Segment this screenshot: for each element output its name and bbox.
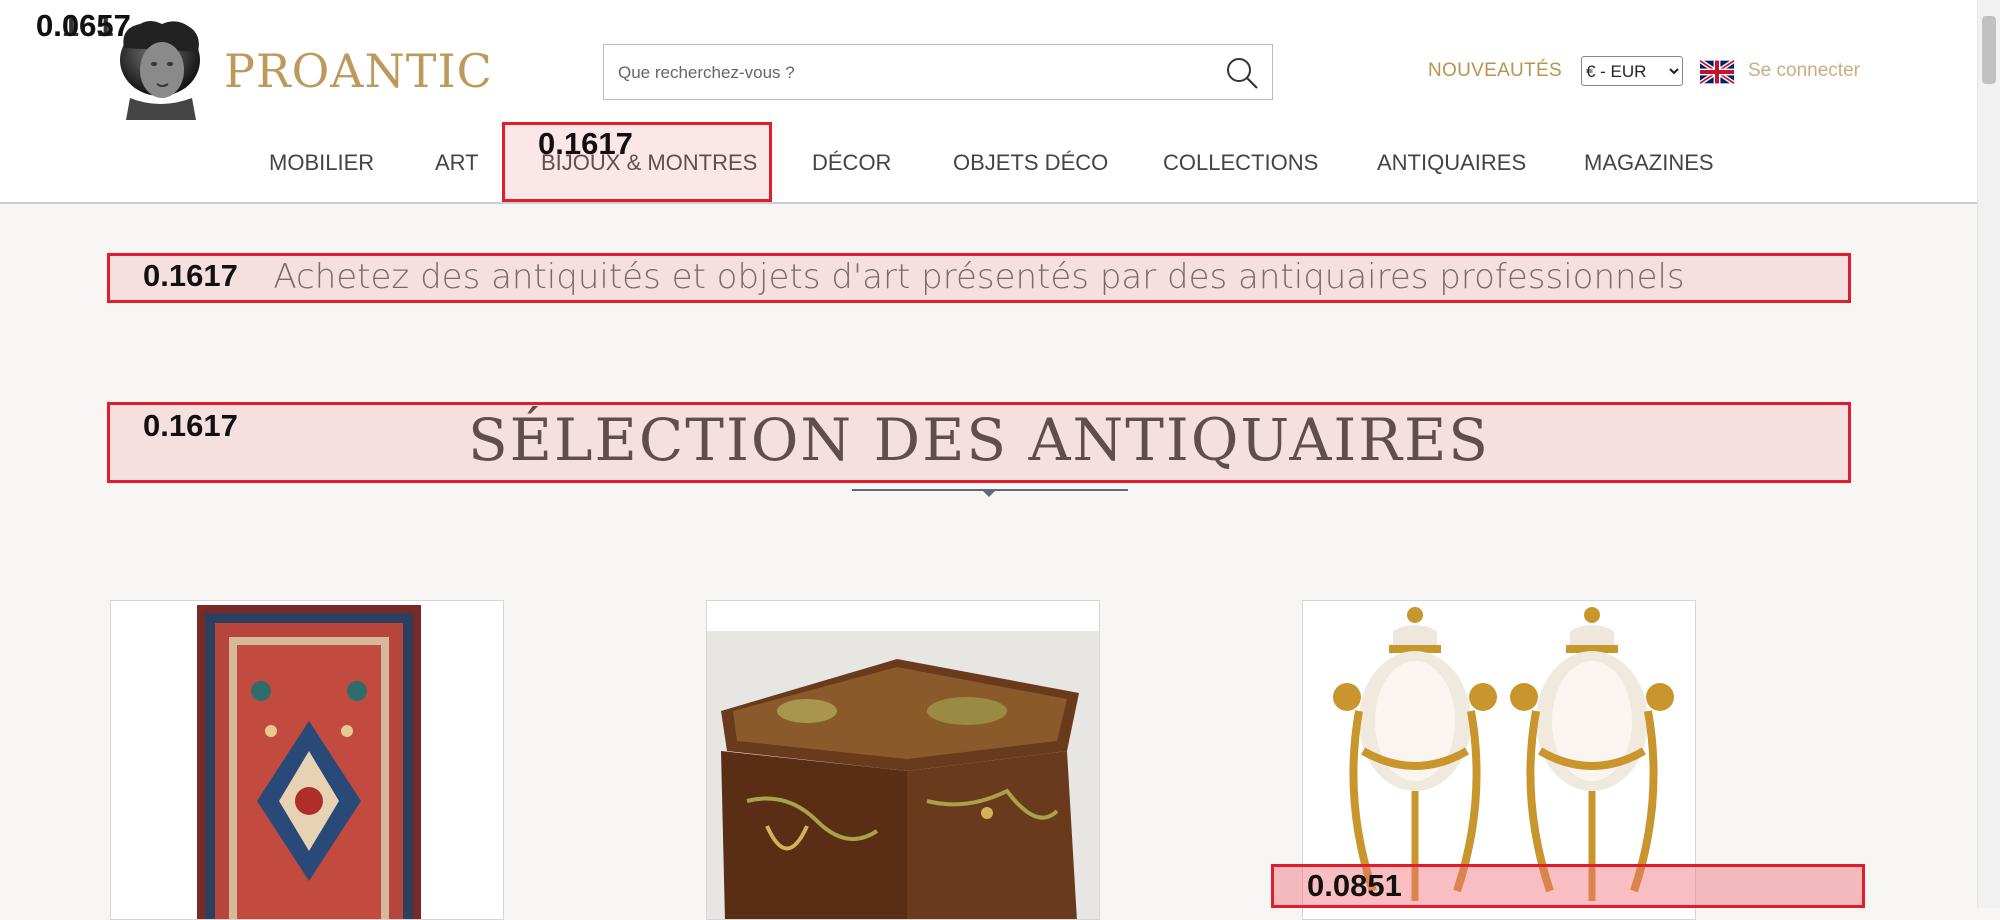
login-link[interactable]: Se connecter (1748, 60, 1860, 82)
nav-item-decor[interactable]: DÉCOR (812, 150, 891, 176)
brand-logo-text[interactable]: PROANTIC (224, 44, 493, 98)
nav-item-objets-deco[interactable]: OBJETS DÉCO (953, 150, 1108, 176)
persian-rug-image (197, 605, 421, 919)
nav-item-collections[interactable]: COLLECTIONS (1163, 150, 1318, 176)
nav-item-magazines[interactable]: MAGAZINES (1584, 150, 1714, 176)
nav-item-antiquaires[interactable]: ANTIQUAIRES (1377, 150, 1526, 176)
site-header: PROANTIC NOUVEAUTÉS € - EUR Se connecter… (0, 0, 1978, 204)
highlight-tagline-box (107, 253, 1851, 303)
uk-flag-icon[interactable] (1698, 58, 1736, 86)
title-divider-notch (982, 490, 996, 497)
product-card-box[interactable] (706, 600, 1100, 920)
card-box-score: 0.0851 (1307, 868, 1402, 903)
product-card-rug[interactable] (110, 600, 504, 920)
nav-box-score: 0.1617 (538, 126, 633, 161)
main-nav: MOBILIER ART BIJOUX & MONTRES DÉCOR OBJE… (0, 132, 1978, 202)
search-icon[interactable] (1224, 55, 1260, 91)
nav-item-mobilier[interactable]: MOBILIER (269, 150, 374, 176)
page-scrollbar[interactable] (1977, 0, 2000, 908)
scrollbar-thumb[interactable] (1982, 16, 1996, 84)
marquetry-box-image (707, 631, 1099, 919)
highlight-title-box (107, 402, 1851, 483)
corner-score-b: 0.1617 (36, 8, 131, 43)
search-input[interactable] (616, 45, 1200, 101)
title-box-score: 0.1617 (143, 408, 238, 443)
nav-item-art[interactable]: ART (435, 150, 479, 176)
currency-select[interactable]: € - EUR (1581, 56, 1683, 86)
search-bar (603, 44, 1273, 101)
tagline-box-score: 0.1617 (143, 258, 238, 293)
new-arrivals-link[interactable]: NOUVEAUTÉS (1428, 60, 1562, 82)
